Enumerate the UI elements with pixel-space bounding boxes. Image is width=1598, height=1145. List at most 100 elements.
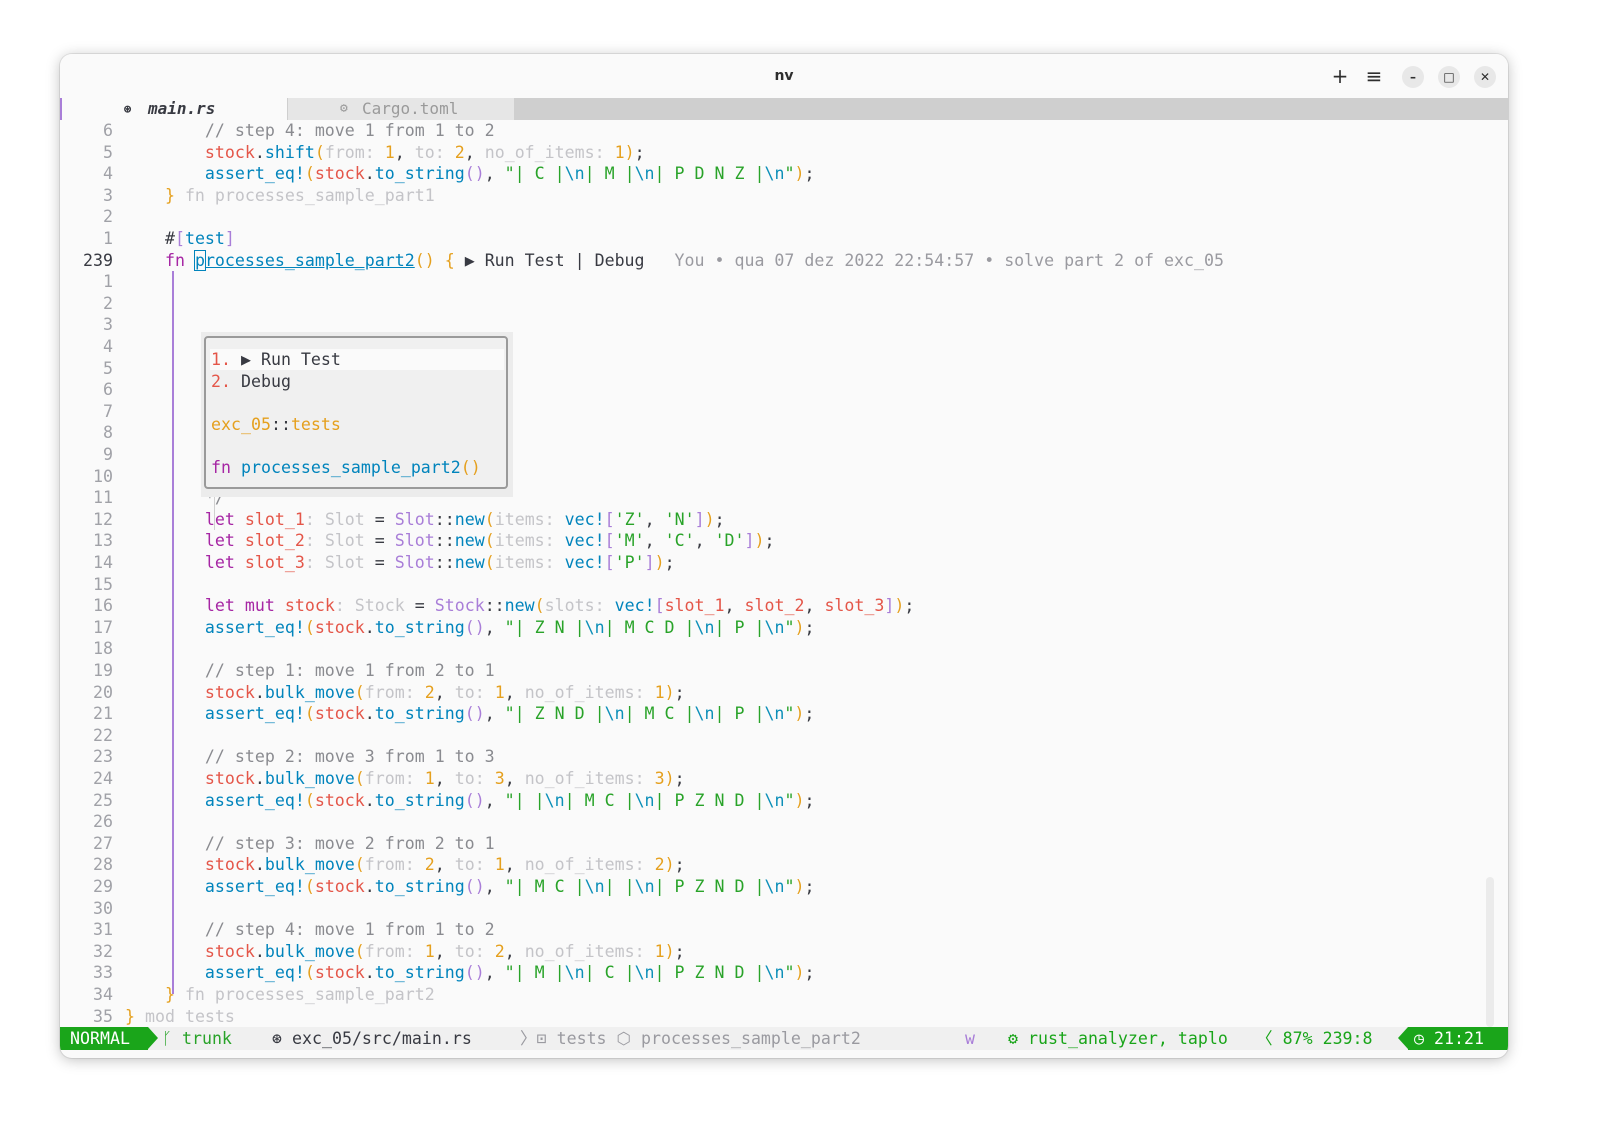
code-line[interactable]: 29 assert_eq!(stock.to_string(), "| M C … xyxy=(60,876,1508,898)
code-token: :: xyxy=(434,509,455,529)
scrollbar[interactable] xyxy=(1486,877,1494,1027)
code-line[interactable]: 2 xyxy=(60,206,1508,228)
tab-main-rs[interactable]: ⊛ main.rs xyxy=(60,98,287,120)
minimize-button[interactable]: – xyxy=(1402,66,1424,88)
code-line[interactable]: 1 #[test] xyxy=(60,228,1508,250)
code-line[interactable]: 239 fn processes_sample_part2() { ▶ Run … xyxy=(60,249,1508,272)
code-text[interactable]: } fn processes_sample_part2 xyxy=(125,984,435,1006)
code-text[interactable]: // step 3: move 2 from 2 to 1 xyxy=(125,833,495,855)
code-line[interactable]: 6 // step 4: move 1 from 1 to 2 xyxy=(60,120,1508,142)
code-line[interactable]: 20 stock.bulk_move(from: 2, to: 1, no_of… xyxy=(60,682,1508,704)
code-token: 1 xyxy=(654,941,665,961)
code-token: to: xyxy=(454,941,495,961)
code-token: , xyxy=(464,142,485,162)
code-line[interactable]: 4 assert_eq!(stock.to_string(), "| C |\n… xyxy=(60,163,1508,185)
code-text[interactable]: assert_eq!(stock.to_string(), "| C |\n| … xyxy=(125,163,815,185)
code-text[interactable]: assert_eq!(stock.to_string(), "| Z N |\n… xyxy=(125,617,815,639)
line-number: 1 xyxy=(103,272,113,292)
code-token: , xyxy=(804,596,825,616)
code-text[interactable]: assert_eq!(stock.to_string(), "| Z N D |… xyxy=(125,703,815,725)
code-text[interactable]: assert_eq!(stock.to_string(), "| M |\n| … xyxy=(125,962,815,984)
code-text[interactable]: stock.shift(from: 1, to: 2, no_of_items:… xyxy=(125,142,645,164)
code-text[interactable]: // step 4: move 1 from 1 to 2 xyxy=(125,919,495,941)
maximize-button[interactable]: □ xyxy=(1438,66,1460,88)
code-token: } xyxy=(125,985,175,1004)
code-line[interactable]: 5 stock.shift(from: 1, to: 2, no_of_item… xyxy=(60,142,1508,164)
code-text[interactable]: stock.bulk_move(from: 1, to: 3, no_of_it… xyxy=(125,768,685,790)
code-token: items: xyxy=(494,531,565,551)
code-line[interactable]: 33 assert_eq!(stock.to_string(), "| M |\… xyxy=(60,962,1508,984)
code-token: " xyxy=(784,164,795,184)
code-line[interactable]: 28 stock.bulk_move(from: 2, to: 1, no_of… xyxy=(60,854,1508,876)
menu-icon[interactable]: ≡ xyxy=(1362,64,1386,88)
code-line[interactable]: 31 // step 4: move 1 from 1 to 2 xyxy=(60,919,1508,941)
popup-token: ▶ Run Test xyxy=(240,350,341,369)
popup-menu-item[interactable]: 1. ▶ Run Test xyxy=(211,349,341,371)
code-text[interactable]: } mod tests xyxy=(125,1006,235,1028)
code-text[interactable]: assert_eq!(stock.to_string(), "| |\n| M … xyxy=(125,790,815,812)
popup-token: :: xyxy=(270,414,291,434)
code-line[interactable]: 15 xyxy=(60,574,1508,596)
tabline: ⊛ main.rs ⚙ Cargo.toml xyxy=(60,98,1508,120)
code-text[interactable]: stock.bulk_move(from: 2, to: 1, no_of_it… xyxy=(125,854,685,876)
code-line[interactable]: 18 xyxy=(60,638,1508,660)
code-text[interactable]: let mut stock: Stock = Stock::new(slots:… xyxy=(125,595,914,617)
code-token: 2 xyxy=(424,682,435,702)
close-button[interactable]: ✕ xyxy=(1474,66,1496,88)
code-text[interactable]: } fn processes_sample_part1 xyxy=(125,185,435,207)
editor[interactable]: 6 // step 4: move 1 from 1 to 25 stock.s… xyxy=(60,120,1508,1027)
line-number: 15 xyxy=(93,574,113,594)
code-text[interactable]: // step 2: move 3 from 1 to 3 xyxy=(125,746,495,768)
code-text[interactable]: stock.bulk_move(from: 1, to: 2, no_of_it… xyxy=(125,941,685,963)
code-line[interactable]: 21 assert_eq!(stock.to_string(), "| Z N … xyxy=(60,703,1508,725)
code-token: ( xyxy=(484,531,495,551)
code-text[interactable]: // step 4: move 1 from 1 to 2 xyxy=(125,120,495,142)
code-text[interactable]: let slot_2: Slot = Slot::new(items: vec!… xyxy=(125,530,775,552)
code-token: \n xyxy=(764,617,785,637)
line-number: 19 xyxy=(93,661,113,680)
code-line[interactable]: 19 // step 1: move 1 from 2 to 1 xyxy=(60,660,1508,682)
code-token: . xyxy=(254,769,265,788)
code-line[interactable]: 27 // step 3: move 2 from 2 to 1 xyxy=(60,833,1508,855)
code-text[interactable]: stock.bulk_move(from: 2, to: 1, no_of_it… xyxy=(125,682,685,704)
window-title: nv xyxy=(774,68,794,84)
code-line[interactable]: 1 xyxy=(60,271,1508,293)
code-text[interactable]: #[test] xyxy=(125,228,235,250)
code-line[interactable]: 13 let slot_2: Slot = Slot::new(items: v… xyxy=(60,530,1508,552)
code-text[interactable]: assert_eq!(stock.to_string(), "| M C |\n… xyxy=(125,876,815,898)
code-token: ( xyxy=(304,617,315,637)
code-line[interactable]: 3 } fn processes_sample_part1 xyxy=(60,185,1508,207)
code-line[interactable]: 2 xyxy=(60,293,1508,315)
code-line[interactable]: 16 let mut stock: Stock = Stock::new(slo… xyxy=(60,595,1508,617)
code-text[interactable]: let slot_3: Slot = Slot::new(items: vec!… xyxy=(125,552,675,574)
code-line[interactable]: 25 assert_eq!(stock.to_string(), "| |\n|… xyxy=(60,790,1508,812)
code-line[interactable]: 14 let slot_3: Slot = Slot::new(items: v… xyxy=(60,552,1508,574)
code-line[interactable]: 26 xyxy=(60,811,1508,833)
code-token: to_string xyxy=(374,963,465,983)
code-line[interactable]: 23 // step 2: move 3 from 1 to 3 xyxy=(60,746,1508,768)
code-token: } xyxy=(125,185,175,205)
code-line[interactable]: 24 stock.bulk_move(from: 1, to: 3, no_of… xyxy=(60,768,1508,790)
gear-icon: ⚙ xyxy=(340,101,348,116)
popup-menu-item[interactable]: 2. Debug xyxy=(211,371,291,393)
code-line[interactable]: 30 xyxy=(60,898,1508,920)
code-line[interactable]: 22 xyxy=(60,725,1508,747)
code-line[interactable]: 12 let slot_1: Slot = Slot::new(items: v… xyxy=(60,509,1508,531)
code-token: stock xyxy=(125,769,255,788)
tab-cargo-toml[interactable]: ⚙ Cargo.toml xyxy=(288,98,514,120)
code-lens-popup[interactable]: 1. ▶ Run Test 2. Debug exc_05::tests fn pro… xyxy=(204,336,508,489)
code-text[interactable]: // step 1: move 1 from 2 to 1 xyxy=(125,660,495,682)
code-text[interactable]: let slot_1: Slot = Slot::new(items: vec!… xyxy=(125,509,725,531)
code-line[interactable]: 17 assert_eq!(stock.to_string(), "| Z N … xyxy=(60,617,1508,639)
code-line[interactable]: 35} mod tests xyxy=(60,1006,1508,1028)
code-line[interactable]: 34 } fn processes_sample_part2 xyxy=(60,984,1508,1006)
code-token: | C | xyxy=(584,963,635,983)
code-token: bulk_move xyxy=(264,682,355,702)
new-tab-icon[interactable]: + xyxy=(1328,64,1352,88)
code-token: vec! xyxy=(564,509,605,529)
code-text[interactable]: fn processes_sample_part2() { ▶ Run Test… xyxy=(125,249,1224,272)
chevron-right-icon: 〉 xyxy=(520,1029,537,1048)
code-line[interactable]: 32 stock.bulk_move(from: 1, to: 2, no_of… xyxy=(60,941,1508,963)
code-token: :: xyxy=(434,553,455,572)
clock-icon: ◷ xyxy=(1414,1029,1424,1048)
